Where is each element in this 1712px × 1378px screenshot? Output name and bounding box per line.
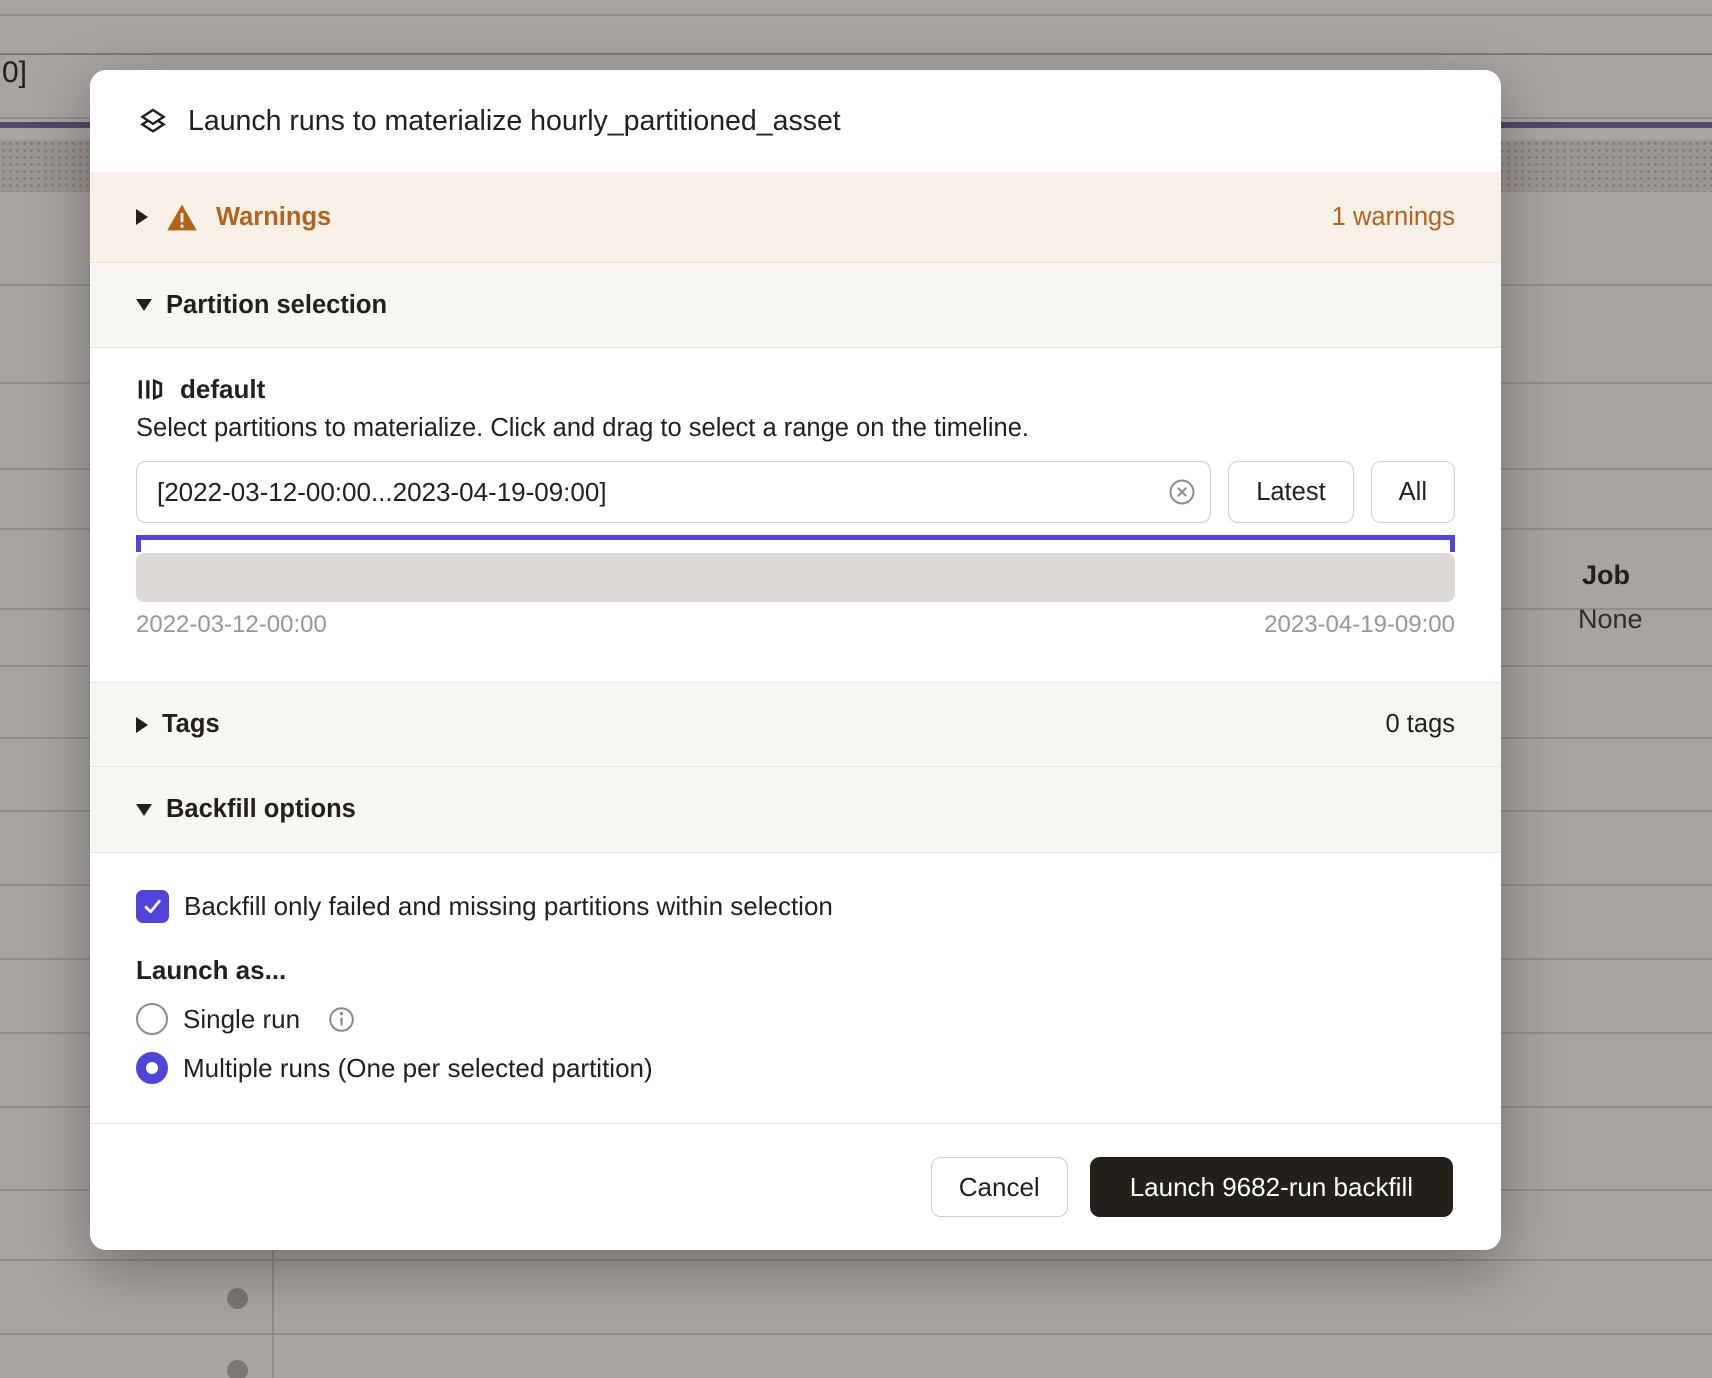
multiple-runs-option[interactable]: Multiple runs (One per selected partitio…	[136, 1052, 1455, 1084]
timeline-selection-bracket[interactable]	[136, 535, 1455, 552]
partition-timeline[interactable]	[136, 553, 1455, 602]
multiple-runs-label: Multiple runs (One per selected partitio…	[183, 1053, 653, 1084]
partition-selection-content: default Select partitions to materialize…	[90, 348, 1501, 682]
tags-section-toggle[interactable]: Tags 0 tags	[90, 682, 1501, 767]
launch-backfill-button[interactable]: Launch 9682-run backfill	[1090, 1157, 1453, 1217]
clear-circle-x-icon[interactable]	[1168, 478, 1196, 506]
dialog-footer: Cancel Launch 9682-run backfill	[90, 1123, 1501, 1250]
partition-range-input-wrap	[136, 461, 1211, 523]
warnings-label: Warnings	[216, 203, 331, 232]
backfill-only-failed-row: Backfill only failed and missing partiti…	[136, 890, 1455, 923]
partition-icon	[136, 376, 164, 404]
latest-button[interactable]: Latest	[1228, 461, 1353, 523]
backfill-options-content: Backfill only failed and missing partiti…	[90, 853, 1501, 1123]
launch-backfill-dialog: Launch runs to materialize hourly_partit…	[90, 70, 1501, 1250]
materialize-layers-icon	[136, 104, 170, 138]
timeline-end-label: 2023-04-19-09:00	[1264, 611, 1455, 639]
cancel-button[interactable]: Cancel	[931, 1157, 1068, 1217]
warning-triangle-icon	[166, 203, 198, 232]
dialog-title: Launch runs to materialize hourly_partit…	[188, 105, 841, 138]
timeline-start-label: 2022-03-12-00:00	[136, 611, 327, 639]
partition-range-input[interactable]	[136, 461, 1211, 523]
partition-selection-header: Partition selection	[166, 291, 387, 320]
tags-count: 0 tags	[1386, 710, 1455, 739]
warnings-count: 1 warnings	[1332, 203, 1455, 232]
backfill-options-header: Backfill options	[166, 795, 356, 824]
partition-dimension-row: default	[136, 374, 1455, 405]
multiple-runs-radio[interactable]	[136, 1052, 168, 1084]
single-run-option[interactable]: Single run	[136, 1003, 1455, 1035]
chevron-down-icon	[136, 299, 152, 311]
tags-header: Tags	[162, 710, 220, 739]
partition-dimension-name: default	[180, 374, 265, 405]
partition-selection-section-toggle[interactable]: Partition selection	[90, 263, 1501, 348]
partition-range-row: Latest All	[136, 461, 1455, 523]
chevron-right-icon	[136, 209, 148, 225]
single-run-label: Single run	[183, 1004, 300, 1035]
backfill-only-failed-checkbox[interactable]	[136, 890, 169, 923]
backfill-options-section-toggle[interactable]: Backfill options	[90, 767, 1501, 853]
partition-selection-description: Select partitions to materialize. Click …	[136, 414, 1455, 443]
chevron-down-icon	[136, 804, 152, 816]
dialog-header: Launch runs to materialize hourly_partit…	[90, 70, 1501, 172]
single-run-radio[interactable]	[136, 1003, 168, 1035]
warnings-section-toggle[interactable]: Warnings 1 warnings	[90, 172, 1501, 263]
backfill-only-failed-label: Backfill only failed and missing partiti…	[184, 891, 833, 922]
chevron-right-icon	[136, 717, 148, 733]
timeline-labels: 2022-03-12-00:00 2023-04-19-09:00	[136, 611, 1455, 639]
info-circle-icon[interactable]	[328, 1006, 355, 1033]
all-button[interactable]: All	[1371, 461, 1455, 523]
launch-as-label: Launch as...	[136, 955, 1455, 986]
